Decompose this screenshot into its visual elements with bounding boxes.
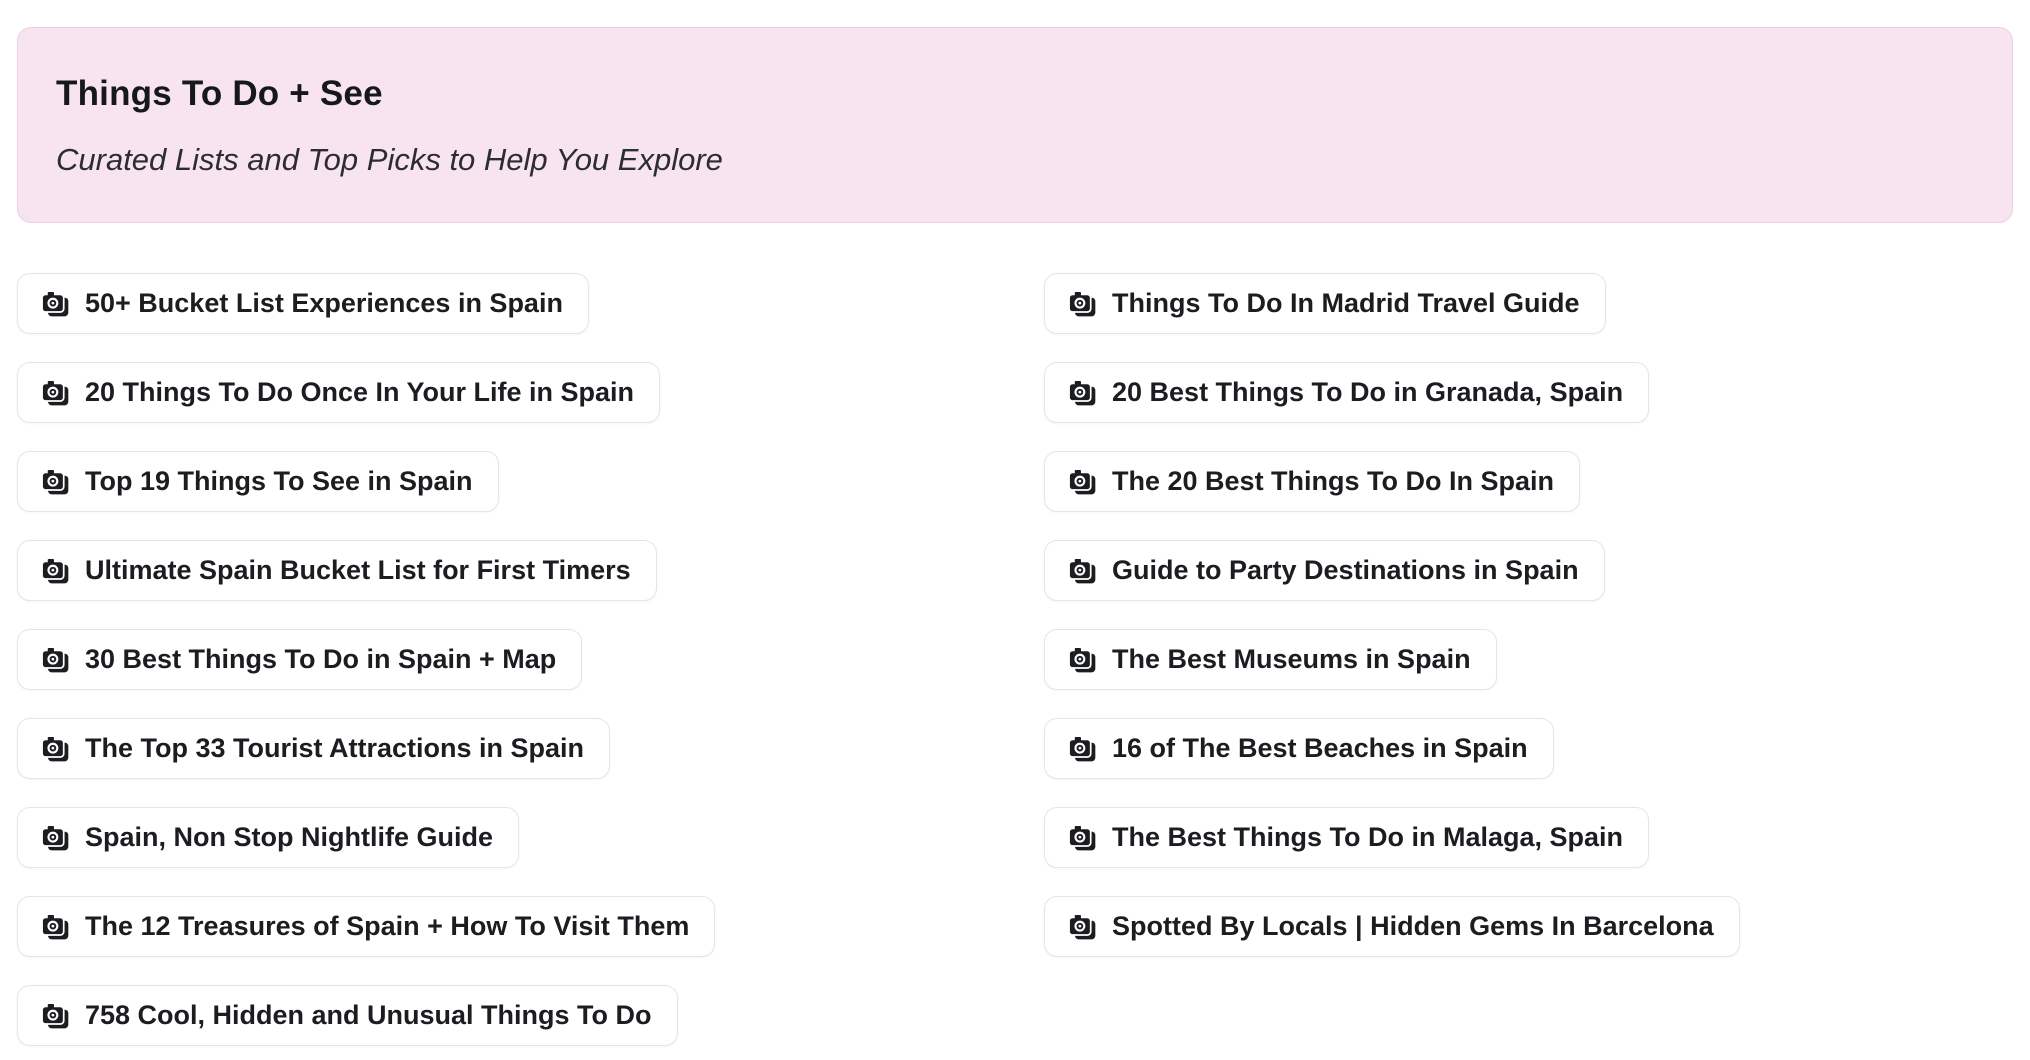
- list-item-label: Things To Do In Madrid Travel Guide: [1112, 288, 1580, 319]
- camera-icon: [1068, 646, 1098, 674]
- list-item-label: The 12 Treasures of Spain + How To Visit…: [85, 911, 689, 942]
- list-item-button[interactable]: Top 19 Things To See in Spain: [17, 451, 499, 512]
- list-item-button[interactable]: The Best Things To Do in Malaga, Spain: [1044, 807, 1649, 868]
- list-item-button[interactable]: 30 Best Things To Do in Spain + Map: [17, 629, 582, 690]
- list-item-button[interactable]: Ultimate Spain Bucket List for First Tim…: [17, 540, 657, 601]
- list-item-button[interactable]: Things To Do In Madrid Travel Guide: [1044, 273, 1606, 334]
- list-item-label: Spain, Non Stop Nightlife Guide: [85, 822, 493, 853]
- list-item-label: The 20 Best Things To Do In Spain: [1112, 466, 1554, 497]
- list-item-button[interactable]: 16 of The Best Beaches in Spain: [1044, 718, 1554, 779]
- camera-icon: [1068, 913, 1098, 941]
- page-subtitle: Curated Lists and Top Picks to Help You …: [56, 140, 1972, 180]
- curated-lists: 50+ Bucket List Experiences in Spain 20 …: [0, 273, 2030, 1046]
- list-item-button[interactable]: 50+ Bucket List Experiences in Spain: [17, 273, 589, 334]
- list-item-label: The Best Things To Do in Malaga, Spain: [1112, 822, 1623, 853]
- list-item-label: Ultimate Spain Bucket List for First Tim…: [85, 555, 631, 586]
- camera-icon: [41, 735, 71, 763]
- list-item-label: 758 Cool, Hidden and Unusual Things To D…: [85, 1000, 652, 1031]
- list-item-button[interactable]: Guide to Party Destinations in Spain: [1044, 540, 1605, 601]
- list-item-button[interactable]: Spotted By Locals | Hidden Gems In Barce…: [1044, 896, 1740, 957]
- camera-icon: [41, 646, 71, 674]
- list-item-button[interactable]: 758 Cool, Hidden and Unusual Things To D…: [17, 985, 678, 1046]
- list-item-button[interactable]: The 20 Best Things To Do In Spain: [1044, 451, 1580, 512]
- list-item-button[interactable]: The Top 33 Tourist Attractions in Spain: [17, 718, 610, 779]
- camera-icon: [41, 290, 71, 318]
- camera-icon: [1068, 379, 1098, 407]
- camera-icon: [1068, 290, 1098, 318]
- list-item-label: Spotted By Locals | Hidden Gems In Barce…: [1112, 911, 1714, 942]
- section-header: Things To Do + See Curated Lists and Top…: [17, 27, 2013, 223]
- list-item-button[interactable]: Spain, Non Stop Nightlife Guide: [17, 807, 519, 868]
- camera-icon: [41, 913, 71, 941]
- camera-icon: [41, 557, 71, 585]
- camera-icon: [1068, 735, 1098, 763]
- list-item-label: 30 Best Things To Do in Spain + Map: [85, 644, 556, 675]
- list-item-label: 20 Things To Do Once In Your Life in Spa…: [85, 377, 634, 408]
- list-column-right: Things To Do In Madrid Travel Guide 20 B…: [1044, 273, 1740, 957]
- camera-icon: [41, 468, 71, 496]
- list-item-label: The Best Museums in Spain: [1112, 644, 1471, 675]
- list-item-button[interactable]: 20 Things To Do Once In Your Life in Spa…: [17, 362, 660, 423]
- camera-icon: [41, 824, 71, 852]
- list-item-button[interactable]: The Best Museums in Spain: [1044, 629, 1497, 690]
- list-column-left: 50+ Bucket List Experiences in Spain 20 …: [17, 273, 715, 1046]
- list-item-label: 20 Best Things To Do in Granada, Spain: [1112, 377, 1623, 408]
- camera-icon: [1068, 557, 1098, 585]
- list-item-label: 16 of The Best Beaches in Spain: [1112, 733, 1528, 764]
- list-item-label: 50+ Bucket List Experiences in Spain: [85, 288, 563, 319]
- list-item-label: Top 19 Things To See in Spain: [85, 466, 473, 497]
- list-item-button[interactable]: The 12 Treasures of Spain + How To Visit…: [17, 896, 715, 957]
- camera-icon: [41, 1002, 71, 1030]
- camera-icon: [41, 379, 71, 407]
- camera-icon: [1068, 824, 1098, 852]
- list-item-label: The Top 33 Tourist Attractions in Spain: [85, 733, 584, 764]
- list-item-label: Guide to Party Destinations in Spain: [1112, 555, 1579, 586]
- camera-icon: [1068, 468, 1098, 496]
- page-title: Things To Do + See: [56, 72, 1972, 116]
- list-item-button[interactable]: 20 Best Things To Do in Granada, Spain: [1044, 362, 1649, 423]
